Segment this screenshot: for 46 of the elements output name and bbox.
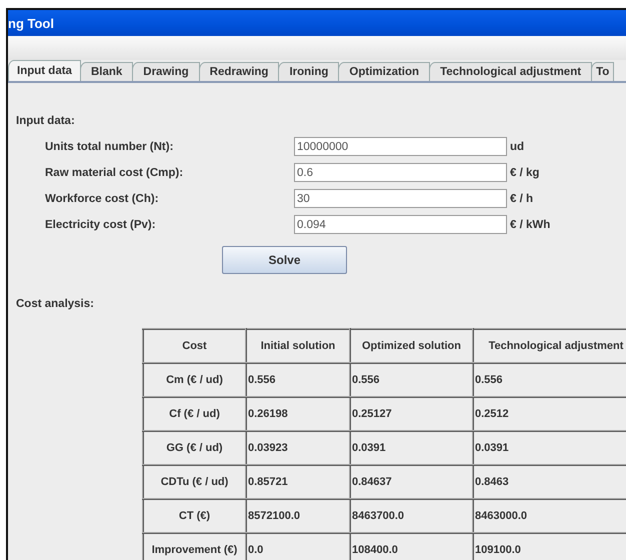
table-cell: 0.03923 (246, 431, 350, 465)
table-cell: CT (€) (143, 499, 246, 533)
table-cell: 0.84637 (350, 465, 473, 499)
tab[interactable]: Optimization (338, 62, 430, 81)
unit-label: ud (510, 140, 524, 152)
tab[interactable]: Drawing (132, 62, 200, 81)
solve-button[interactable]: Solve (222, 246, 347, 274)
field-label: Units total number (Nt): (45, 140, 174, 152)
table-cell: 108400.0 (350, 533, 473, 560)
input-field[interactable]: 10000000 (294, 137, 507, 156)
table-cell: Cf (€ / ud) (143, 397, 246, 431)
table-cell: 0.25127 (350, 397, 473, 431)
section-heading: Input data: (16, 115, 76, 127)
table-cell: 0.556 (246, 363, 350, 397)
tab[interactable]: Redrawing (198, 62, 280, 81)
column-header: Technological adjustment (473, 329, 626, 363)
tab[interactable]: Technological adjustment (429, 62, 592, 81)
table-cell: 0.26198 (246, 397, 350, 431)
section-heading: Cost analysis: (16, 298, 94, 310)
tab[interactable]: Input data (8, 60, 81, 81)
tab[interactable]: To (591, 62, 614, 81)
table-cell: 0.0391 (350, 431, 473, 465)
table-cell: CDTu (€ / ud) (143, 465, 246, 499)
field-label: Raw material cost (Cmp): (45, 166, 184, 178)
input-field[interactable]: 30 (294, 189, 507, 208)
field-label: Workforce cost (Ch): (45, 192, 160, 204)
table-cell: Cm (€ / ud) (143, 363, 246, 397)
table-cell: GG (€ / ud) (143, 431, 246, 465)
unit-label: € / kg (510, 166, 540, 178)
field-label: Electricity cost (Pv): (45, 218, 157, 230)
tab[interactable]: Ironing (278, 62, 340, 81)
column-header: Initial solution (246, 329, 350, 363)
table-cell: 0.0 (246, 533, 350, 560)
unit-label: € / kWh (510, 218, 550, 230)
table-cell: 0.85721 (246, 465, 350, 499)
input-field[interactable]: 0.094 (294, 215, 507, 234)
input-field[interactable]: 0.6 (294, 163, 507, 182)
table-cell: 8463700.0 (350, 499, 473, 533)
tab[interactable]: Blank (80, 62, 134, 81)
table-cell: Improvement (€) (143, 533, 246, 560)
column-header: Cost (143, 329, 246, 363)
unit-label: € / h (510, 192, 534, 204)
table-cell: 0.556 (350, 363, 473, 397)
table-cell: 8572100.0 (246, 499, 350, 533)
window-title: ng Tool (8, 16, 54, 30)
column-header: Optimized solution (350, 329, 473, 363)
